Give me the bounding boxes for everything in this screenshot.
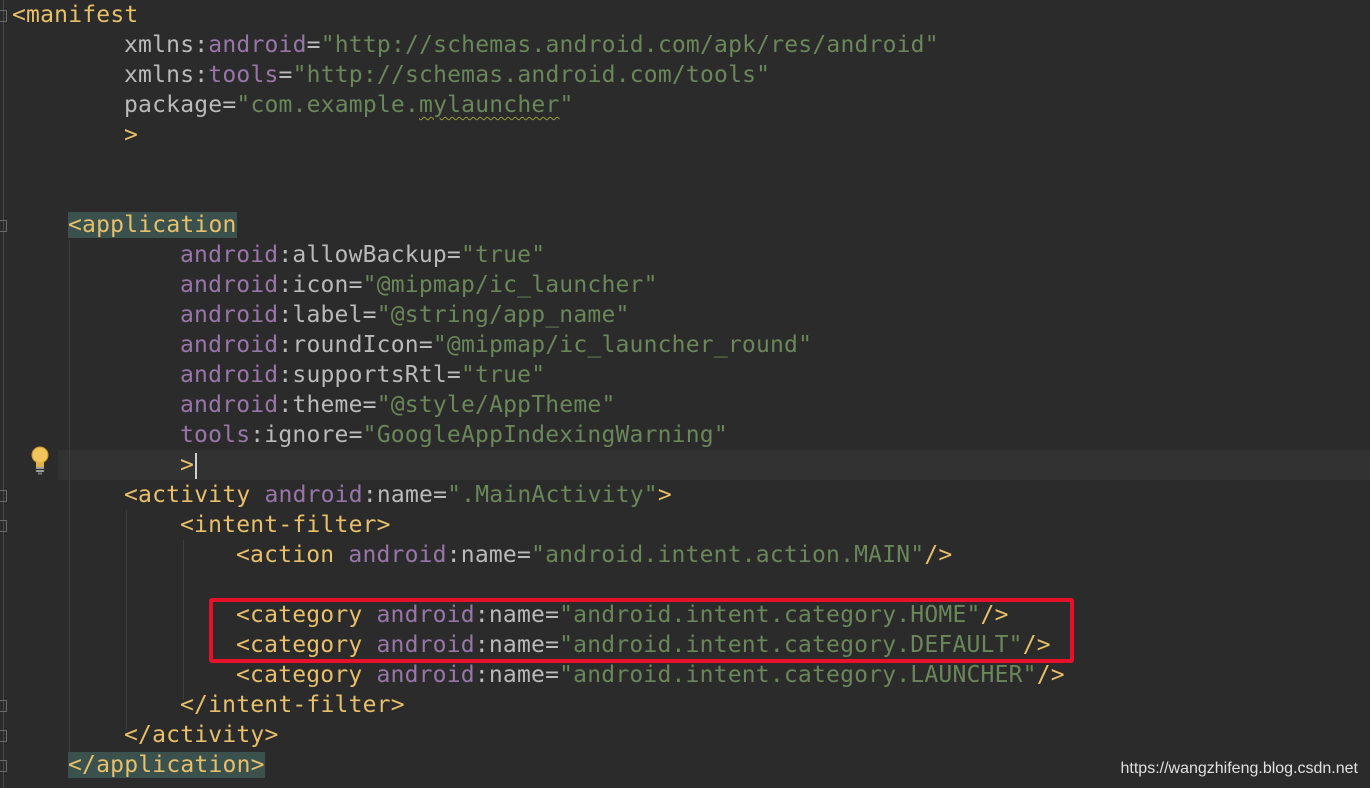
code-token: ".MainActivity" (447, 482, 658, 508)
code-token: "true" (460, 362, 546, 388)
code-token: <application (68, 212, 237, 238)
current-line-highlight (58, 450, 1370, 480)
code-token: android (180, 362, 279, 388)
code-token: :ignore= (250, 422, 363, 448)
code-token: xmlns: (124, 32, 209, 58)
code-token: "http://schemas.android.com/tools" (292, 62, 771, 88)
code-token: android (264, 482, 363, 508)
code-line[interactable]: > (124, 120, 138, 150)
code-token: tools (208, 62, 279, 88)
code-token: "@string/app_name" (376, 302, 630, 328)
code-line[interactable]: tools:ignore="GoogleAppIndexingWarning" (180, 420, 728, 450)
fold-marker[interactable] (0, 220, 7, 232)
code-token: android (180, 332, 279, 358)
code-token: <action (236, 542, 349, 568)
code-token: tools (180, 422, 251, 448)
fold-marker[interactable] (0, 520, 7, 532)
code-token: = (306, 32, 321, 58)
code-line[interactable]: android:roundIcon="@mipmap/ic_launcher_r… (180, 330, 812, 360)
code-token: " (559, 92, 574, 118)
code-token: <activity (124, 482, 265, 508)
code-token: <category (236, 662, 377, 688)
fold-marker[interactable] (0, 730, 7, 742)
code-line[interactable]: <activity android:name=".MainActivity"> (124, 480, 672, 510)
code-token: /> (1036, 662, 1065, 688)
code-token: "android.intent.category.LAUNCHER" (559, 662, 1037, 688)
code-line[interactable]: </activity> (124, 720, 279, 750)
code-token: > (657, 482, 672, 508)
code-token: :name= (362, 482, 448, 508)
code-line[interactable]: <category android:name="android.intent.c… (236, 660, 1065, 690)
code-line[interactable]: package="com.example.mylauncher" (124, 90, 574, 120)
code-token: xmlns: (124, 62, 209, 88)
highlight-box (209, 598, 1074, 663)
code-token: :allowBackup= (278, 242, 461, 268)
code-token: </activity> (124, 722, 279, 748)
code-token: android (348, 542, 447, 568)
code-token: android (180, 392, 279, 418)
fold-marker[interactable] (0, 760, 7, 772)
indent-guide (183, 540, 184, 700)
code-line[interactable]: android:theme="@style/AppTheme" (180, 390, 616, 420)
fold-marker[interactable] (0, 700, 7, 712)
code-token: mylauncher (419, 92, 560, 118)
code-line[interactable]: <application (68, 210, 237, 240)
code-line[interactable]: android:supportsRtl="true" (180, 360, 545, 390)
code-token: "@mipmap/ic_launcher_round" (432, 332, 813, 358)
code-token: </intent-filter> (180, 692, 405, 718)
code-token: android (208, 32, 307, 58)
code-token: :theme= (278, 392, 377, 418)
gutter (3, 0, 4, 788)
code-token: "http://schemas.android.com/apk/res/andr… (320, 32, 939, 58)
code-token: "com.example. (236, 92, 420, 118)
code-token: android (180, 242, 279, 268)
code-token: </application> (68, 752, 265, 778)
code-line[interactable]: </intent-filter> (180, 690, 405, 720)
code-token: "@mipmap/ic_launcher" (362, 272, 658, 298)
code-line[interactable]: <manifest (12, 0, 138, 30)
code-line[interactable]: xmlns:android="http://schemas.android.co… (124, 30, 939, 60)
code-editor[interactable]: <manifest xmlns:android="http://schemas.… (0, 0, 1370, 788)
code-line[interactable]: </application> (68, 750, 265, 780)
indent-guide (69, 240, 70, 760)
code-token: android (180, 272, 279, 298)
code-token: = (278, 62, 293, 88)
code-token: :label= (278, 302, 377, 328)
fold-marker[interactable] (0, 490, 7, 502)
code-line[interactable]: > (180, 450, 198, 480)
code-token: :supportsRtl= (278, 362, 461, 388)
code-token: :name= (446, 542, 532, 568)
fold-marker[interactable] (0, 10, 7, 22)
code-token: :name= (474, 662, 560, 688)
text-caret (195, 452, 198, 479)
code-token: /> (924, 542, 953, 568)
code-token: <manifest (12, 2, 139, 28)
code-token: > (124, 122, 139, 148)
code-token: "true" (460, 242, 546, 268)
code-token: > (180, 452, 195, 478)
code-token: android (180, 302, 279, 328)
code-token: android (376, 662, 475, 688)
indent-guide (126, 510, 127, 730)
code-token: package= (124, 92, 237, 118)
code-line[interactable]: android:allowBackup="true" (180, 240, 545, 270)
code-token: :roundIcon= (278, 332, 433, 358)
code-line[interactable]: <intent-filter> (180, 510, 391, 540)
code-line[interactable]: xmlns:tools="http://schemas.android.com/… (124, 60, 770, 90)
code-token: <intent-filter> (180, 512, 391, 538)
lightbulb-icon[interactable] (29, 445, 51, 475)
code-token: :icon= (278, 272, 363, 298)
code-line[interactable]: android:label="@string/app_name" (180, 300, 630, 330)
code-token: "@style/AppTheme" (376, 392, 616, 418)
watermark: https://wangzhifeng.blog.csdn.net (1120, 760, 1359, 777)
code-token: "android.intent.action.MAIN" (531, 542, 925, 568)
code-token: "GoogleAppIndexingWarning" (362, 422, 728, 448)
code-line[interactable]: android:icon="@mipmap/ic_launcher" (180, 270, 658, 300)
code-line[interactable]: <action android:name="android.intent.act… (236, 540, 952, 570)
